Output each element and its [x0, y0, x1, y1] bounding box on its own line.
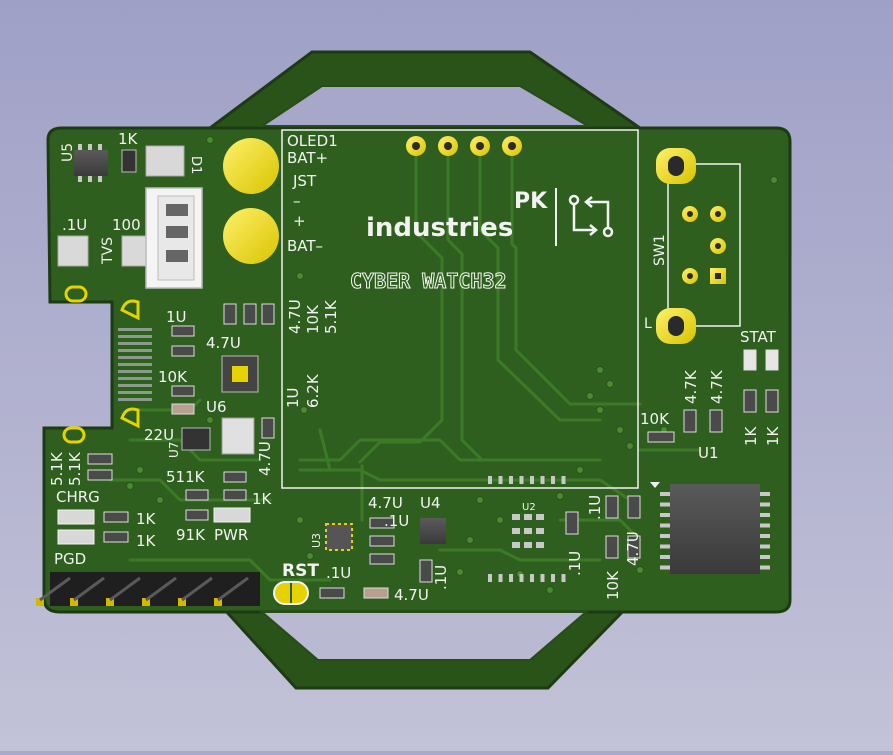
- pcb-render: OLED1 BAT+ JST – + BAT– PK industries CY…: [36, 50, 792, 690]
- sw1-l-mark: L: [644, 316, 652, 332]
- d1-label: D1: [188, 156, 203, 174]
- d1-package: [145, 145, 185, 177]
- sw1-label: SW1: [652, 234, 668, 266]
- r-511k-label: 511K: [166, 468, 206, 486]
- u4-chip: [420, 518, 446, 544]
- c-47u-e-label: 4.7U: [394, 586, 429, 604]
- u7-label: U7: [167, 442, 181, 458]
- pcb-render-scene: OLED1 BAT+ JST – + BAT– PK industries CY…: [0, 0, 893, 751]
- r-1k-c-label: 1K: [136, 510, 157, 528]
- vert-51k-label: 5.1K: [322, 299, 340, 334]
- c-47u-b-label: 4.7U: [256, 441, 274, 476]
- c-22u-label: 22U: [144, 426, 174, 444]
- r-1k-b-label: 1K: [252, 490, 273, 508]
- r-1k-top: 1K: [118, 130, 139, 148]
- r-10k-label: 10K: [158, 368, 188, 386]
- r-1k-d-label: 1K: [136, 532, 157, 550]
- battery-pad-plus: [223, 138, 279, 194]
- logo-industries: industries: [366, 213, 513, 243]
- r-10k-c-label: 10K: [604, 570, 622, 600]
- bat-plus-label: BAT+: [287, 149, 328, 167]
- c-47u-d-label: 4.7U: [624, 531, 642, 566]
- c-1u-c-label: .1U: [566, 551, 584, 576]
- r-100-label: 100: [112, 216, 141, 234]
- r-47k-b-label: 4.7K: [708, 369, 726, 404]
- minus-label: –: [293, 192, 301, 210]
- rst-label: RST: [282, 561, 319, 581]
- u1-label: U1: [698, 444, 719, 462]
- c-01u-c-label: .1U: [326, 564, 351, 582]
- r-1k-e-label: 1K: [742, 425, 760, 446]
- r-1k-f-label: 1K: [764, 425, 782, 446]
- inductor: [221, 417, 255, 455]
- vert-62k-label: 6.2K: [304, 373, 322, 408]
- r-10k-b-label: 10K: [640, 410, 670, 428]
- chrg-label: CHRG: [56, 488, 100, 506]
- plus-label: +: [293, 212, 306, 230]
- pin-header: [36, 572, 260, 606]
- u5-label: U5: [60, 143, 76, 162]
- vert-1u-label: 1U: [284, 387, 302, 408]
- u6-label: U6: [206, 398, 227, 416]
- battery-pad-minus: [223, 208, 279, 264]
- vert-10k-label: 10K: [304, 304, 322, 334]
- bat-minus-label: BAT–: [287, 237, 323, 255]
- jst-label: JST: [292, 172, 317, 190]
- oled1-label: OLED1: [287, 132, 338, 150]
- u3-label: U3: [310, 533, 323, 548]
- u4-label: U4: [420, 494, 441, 512]
- c-1u-label: 1U: [166, 308, 187, 326]
- tvs-label: TVS: [100, 237, 116, 265]
- c-1u-b-label: .1U: [432, 565, 450, 590]
- c-01u-b-label: .1U: [384, 512, 409, 530]
- product-name: CYBER WATCH32: [350, 269, 507, 293]
- u3-chip: [325, 523, 353, 551]
- vert-47u-label: 4.7U: [286, 299, 304, 334]
- pgd-label: PGD: [54, 550, 86, 568]
- c-47u-label: 4.7U: [206, 334, 241, 352]
- c-1u-d-label: .1U: [586, 495, 604, 520]
- u5-chip: [74, 150, 108, 176]
- u2-label: U2: [522, 502, 536, 513]
- c-47u-c-label: 4.7U: [368, 494, 403, 512]
- jst-connector: [145, 187, 203, 289]
- r-91k-label: 91K: [176, 526, 206, 544]
- r-51k-a-label: 5.1K: [48, 451, 66, 486]
- c-01u-label: .1U: [62, 216, 87, 234]
- pwr-label: PWR: [214, 526, 248, 544]
- r-47k-a-label: 4.7K: [682, 369, 700, 404]
- stat-label: STAT: [740, 328, 777, 346]
- logo-pk: PK: [514, 189, 548, 214]
- r-51k-b-label: 5.1K: [66, 451, 84, 486]
- u2-chip: [512, 514, 544, 548]
